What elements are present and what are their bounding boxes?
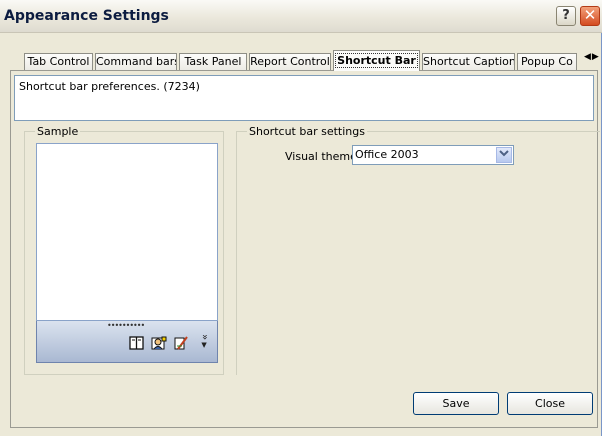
tab-popup-control[interactable]: Popup Co	[517, 53, 577, 70]
tab-tab-control[interactable]: Tab Control	[24, 53, 93, 70]
title-bar[interactable]: Appearance Settings ? ✕	[0, 0, 602, 33]
chevron-down-icon[interactable]	[496, 147, 512, 163]
overflow-chevron-icon[interactable]: » ▼	[199, 333, 211, 349]
visual-theme-value: Office 2003	[355, 148, 419, 161]
tab-label: Command bars	[96, 55, 177, 68]
settings-group: Shortcut bar settings	[236, 125, 600, 375]
tab-shortcut-bar[interactable]: Shortcut Bar	[333, 50, 420, 71]
tab-scroll-buttons: ◀▶	[584, 52, 600, 62]
sample-shortcut-bar: •••••••••• » ▼	[36, 321, 218, 363]
contacts-icon[interactable]	[151, 335, 167, 351]
tab-task-panel[interactable]: Task Panel	[179, 53, 247, 70]
close-button[interactable]: Close	[507, 392, 593, 415]
visual-theme-label: Visual theme:	[285, 150, 361, 163]
tab-label: Tab Control	[27, 55, 90, 68]
tab-report-control[interactable]: Report Control	[249, 53, 331, 70]
sample-legend: Sample	[35, 125, 81, 138]
tab-label: Report Control	[250, 55, 330, 68]
sample-preview-area	[36, 143, 218, 321]
sample-group: Sample •••••••••• » ▼	[24, 125, 224, 375]
settings-legend: Shortcut bar settings	[247, 125, 367, 138]
tab-scroll-right-icon[interactable]: ▶	[592, 52, 600, 62]
chevron-dropdown-icon: ▼	[201, 341, 207, 349]
gripper-handle[interactable]: ••••••••••	[107, 322, 145, 330]
tab-command-bars[interactable]: Command bars	[95, 53, 177, 70]
notebook-icon[interactable]	[129, 335, 145, 351]
tab-label: Shortcut Bar	[335, 53, 418, 68]
window-title: Appearance Settings	[4, 8, 169, 24]
tab-label: Shortcut Caption	[423, 55, 515, 68]
tab-label: Popup Co	[521, 55, 573, 68]
tab-label: Task Panel	[184, 55, 242, 68]
appearance-settings-window: Appearance Settings ? ✕ Tab Control Comm…	[0, 0, 602, 436]
save-button[interactable]: Save	[413, 392, 499, 415]
notes-pencil-icon[interactable]	[173, 335, 189, 351]
window-close-button[interactable]: ✕	[580, 6, 600, 26]
tab-shortcut-caption[interactable]: Shortcut Caption	[422, 53, 515, 70]
visual-theme-select[interactable]: Office 2003	[352, 145, 514, 165]
help-button[interactable]: ?	[556, 6, 576, 26]
tab-scroll-left-icon[interactable]: ◀	[584, 52, 592, 62]
description-box: Shortcut bar preferences. (7234)	[14, 75, 594, 121]
chevron-glyph: »	[199, 333, 211, 341]
